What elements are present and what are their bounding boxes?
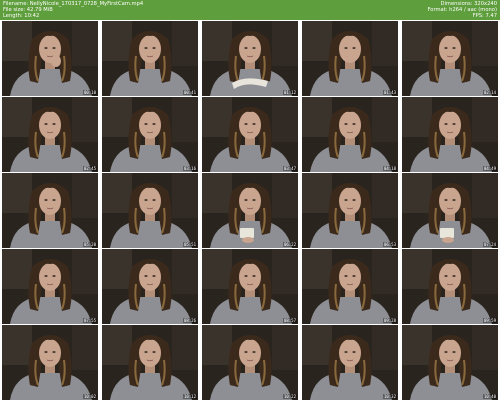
video-thumbnail: 07:55 — [2, 249, 98, 324]
thumbnail-timestamp: 04:18 — [382, 166, 397, 171]
video-thumbnail: 02:45 — [2, 97, 98, 172]
thumbnail-timestamp: 10:32 — [382, 394, 397, 399]
webcam-frame-image — [302, 249, 398, 324]
thumbnail-timestamp: 01:43 — [382, 90, 397, 95]
thumbnail-timestamp: 05:20 — [82, 242, 97, 247]
webcam-frame-image — [402, 325, 498, 400]
thumbnail-timestamp: 01:12 — [282, 90, 297, 95]
video-thumbnail: 04:18 — [302, 97, 398, 172]
thumbnail-timestamp: 06:22 — [282, 242, 297, 247]
webcam-frame-image — [402, 21, 498, 96]
info-header: Filename: NellyNicole_170317_0728_MyFirs… — [0, 0, 500, 20]
length-text: Length: 10:42 — [3, 13, 40, 19]
thumbnail-timestamp: 10:12 — [182, 394, 197, 399]
webcam-frame-image — [402, 249, 498, 324]
video-thumbnail: 08:57 — [202, 249, 298, 324]
video-thumbnail: 05:51 — [102, 173, 198, 248]
video-thumbnail: 09:59 — [402, 249, 498, 324]
webcam-frame-image — [302, 21, 398, 96]
webcam-frame-image — [2, 97, 98, 172]
thumbnail-timestamp: 06:53 — [382, 242, 397, 247]
video-thumbnail: 10:40 — [402, 325, 498, 400]
video-thumbnail: 06:22 — [202, 173, 298, 248]
webcam-frame-image — [102, 249, 198, 324]
thumbnail-timestamp: 09:28 — [382, 318, 397, 323]
video-thumbnail: 10:02 — [2, 325, 98, 400]
thumbnail-timestamp: 05:51 — [182, 242, 197, 247]
thumbnail-timestamp: 07:24 — [482, 242, 497, 247]
thumbnail-timestamp: 00:10 — [82, 90, 97, 95]
webcam-frame-image — [202, 21, 298, 96]
video-thumbnail: 00:41 — [102, 21, 198, 96]
webcam-frame-image — [402, 173, 498, 248]
thumbnail-timestamp: 02:45 — [82, 166, 97, 171]
video-thumbnail: 06:53 — [302, 173, 398, 248]
fps-text: FPS: 7.47 — [472, 13, 497, 19]
thumbnail-timestamp: 10:02 — [82, 394, 97, 399]
video-thumbnail: 00:10 — [2, 21, 98, 96]
thumbnail-timestamp: 09:59 — [482, 318, 497, 323]
webcam-frame-image — [402, 97, 498, 172]
webcam-frame-image — [202, 249, 298, 324]
video-thumbnail: 01:12 — [202, 21, 298, 96]
webcam-frame-image — [102, 21, 198, 96]
webcam-frame-image — [202, 173, 298, 248]
video-thumbnail: 03:47 — [202, 97, 298, 172]
thumbnail-timestamp: 10:22 — [282, 394, 297, 399]
webcam-frame-image — [102, 173, 198, 248]
webcam-frame-image — [302, 173, 398, 248]
webcam-frame-image — [202, 325, 298, 400]
video-thumbnail: 02:14 — [402, 21, 498, 96]
video-thumbnail: 07:24 — [402, 173, 498, 248]
webcam-frame-image — [302, 97, 398, 172]
video-thumbnail: 10:22 — [202, 325, 298, 400]
thumbnail-timestamp: 00:41 — [182, 90, 197, 95]
thumbnail-timestamp: 07:55 — [82, 318, 97, 323]
webcam-frame-image — [202, 97, 298, 172]
webcam-frame-image — [2, 173, 98, 248]
video-thumbnail: 05:20 — [2, 173, 98, 248]
video-thumbnail: 01:43 — [302, 21, 398, 96]
thumbnail-timestamp: 08:26 — [182, 318, 197, 323]
webcam-frame-image — [2, 249, 98, 324]
webcam-frame-image — [2, 325, 98, 400]
webcam-frame-image — [102, 325, 198, 400]
video-thumbnail: 03:16 — [102, 97, 198, 172]
video-thumbnail: 08:26 — [102, 249, 198, 324]
video-thumbnail: 10:32 — [302, 325, 398, 400]
thumbnail-timestamp: 03:47 — [282, 166, 297, 171]
webcam-frame-image — [302, 325, 398, 400]
video-thumbnail: 10:12 — [102, 325, 198, 400]
thumbnail-timestamp: 03:16 — [182, 166, 197, 171]
thumbnail-timestamp: 02:14 — [482, 90, 497, 95]
thumbnail-timestamp: 08:57 — [282, 318, 297, 323]
thumbnail-timestamp: 10:40 — [482, 394, 497, 399]
webcam-frame-image — [102, 97, 198, 172]
thumbnail-timestamp: 04:49 — [482, 166, 497, 171]
video-thumbnail: 09:28 — [302, 249, 398, 324]
video-thumbnail: 04:49 — [402, 97, 498, 172]
webcam-frame-image — [2, 21, 98, 96]
thumbnail-grid: 00:10 00:41 01:12 01:43 02:14 02:45 03:16 03:47… — [0, 20, 500, 401]
